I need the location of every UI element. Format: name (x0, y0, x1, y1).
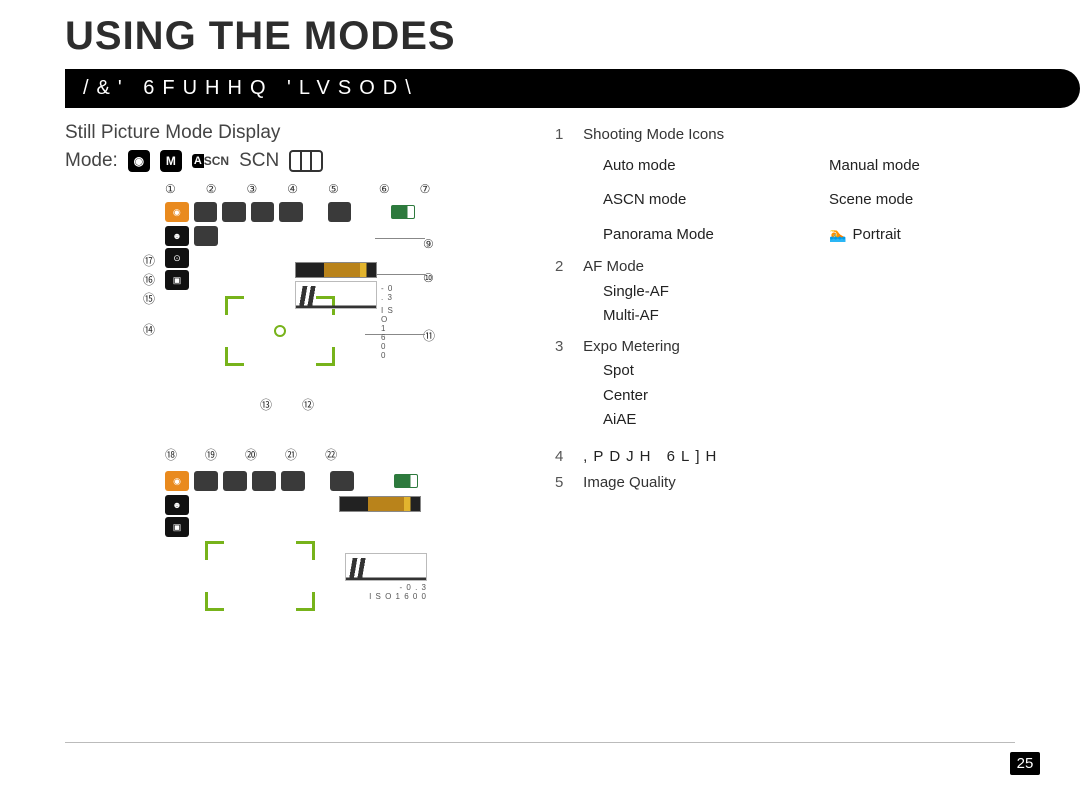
stabilizer-icon: ⊙ (165, 248, 189, 268)
top-callouts: ① ② ③ ④ ⑤ ⑥ ⑦ (165, 182, 505, 196)
camera-mode-icon: ◉ (165, 202, 189, 222)
focus-frame (205, 541, 315, 611)
center-label: Center (603, 385, 1015, 408)
iso-value: I S O 1 6 0 0 (381, 306, 395, 360)
size-icon (252, 471, 276, 491)
face-detect-icon: ☻ (165, 495, 189, 515)
quality-icon (279, 202, 303, 222)
page-number: 25 (1010, 752, 1040, 775)
scene-mode-label: Scene mode (829, 189, 1015, 212)
chapter-title: USING THE MODES (65, 14, 1015, 59)
section-heading-bar: /&' 6FUHHQ 'LVSOD\ (65, 69, 1080, 108)
flash-icon (328, 202, 352, 222)
portrait-icon: 🏊 (829, 224, 846, 245)
left-column: Still Picture Mode Display Mode: ◉ M ASC… (65, 122, 505, 611)
wb-icon (194, 226, 218, 246)
size-icon (251, 202, 275, 222)
exposure-meter-icon (295, 262, 377, 278)
lcd-diagram-1: ① ② ③ ④ ⑤ ⑥ ⑦ ⑰ ⑯ ⑮ ⑭ ⑨ ⑩ ⑪ (65, 182, 505, 442)
af-mode-head: 2 AF Mode (555, 256, 1015, 279)
drive-icon: ▣ (165, 517, 189, 537)
panorama-icon (289, 150, 323, 172)
iso-value: I S O 1 6 0 0 (345, 592, 427, 601)
meter-icon (223, 471, 247, 491)
ev-value: - 0 . 3 (381, 284, 395, 302)
battery-icon (391, 205, 415, 219)
drive-icon: ▣ (165, 270, 189, 290)
image-quality-head: 5 Image Quality (555, 472, 1015, 495)
mode-icons-grid: Auto mode Manual mode ASCN mode Scene mo… (603, 155, 1015, 247)
multi-af-label: Multi-AF (603, 305, 1015, 328)
bottom-callouts: ⑬ ⑫ (260, 396, 314, 413)
camera-mode-icon: ◉ (165, 471, 189, 491)
ev-value: - 0 . 3 (345, 583, 427, 592)
ascn-mode-label: ASCN mode (603, 189, 789, 212)
image-size-head: 4 ,PDJH 6L]H (555, 446, 1015, 469)
panorama-mode-label: Panorama Mode (603, 224, 789, 247)
af-icon (194, 471, 218, 491)
still-picture-subhead: Still Picture Mode Display (65, 122, 505, 144)
spot-label: Spot (603, 360, 1015, 383)
manual-m-icon: M (160, 150, 182, 172)
auto-mode-label: Auto mode (603, 155, 789, 178)
mode-label: Mode: (65, 150, 118, 172)
flash-icon (330, 471, 354, 491)
left-callouts: ⑰ ⑯ ⑮ ⑭ (143, 252, 155, 338)
battery-icon (394, 474, 418, 488)
right-column: 1 Shooting Mode Icons Auto mode Manual m… (555, 122, 1015, 611)
footer-divider (65, 742, 1015, 743)
expo-metering-head: 3 Expo Metering (555, 336, 1015, 359)
histogram-icon (345, 553, 427, 581)
right-callouts: ⑨ ⑩ ⑪ (423, 237, 435, 344)
mode-line: Mode: ◉ M ASCN SCN (65, 150, 505, 172)
shooting-mode-icons-head: 1 Shooting Mode Icons (555, 124, 1015, 147)
exposure-meter-icon (339, 496, 421, 512)
histogram-block: - 0 . 3 I S O 1 6 0 0 (295, 262, 395, 309)
histogram-icon (295, 281, 377, 309)
single-af-label: Single-AF (603, 281, 1015, 304)
face-detect-icon: ☻ (165, 226, 189, 246)
portrait-mode-label: 🏊Portrait (829, 224, 1015, 247)
scn-label: SCN (239, 150, 279, 172)
manual-page: USING THE MODES /&' 6FUHHQ 'LVSOD\ Still… (0, 14, 1080, 799)
content-columns: Still Picture Mode Display Mode: ◉ M ASC… (65, 122, 1015, 611)
second-top-callouts: ⑱ ⑲ ⑳ ㉑ ㉒ (165, 446, 505, 463)
aiae-label: AiAE (603, 409, 1015, 432)
af-icon (194, 202, 218, 222)
quality-icon (281, 471, 305, 491)
camera-icon: ◉ (128, 150, 150, 172)
ascn-icon: ASCN (192, 154, 229, 168)
meter-icon (222, 202, 246, 222)
manual-mode-label: Manual mode (829, 155, 1015, 178)
lcd-diagram-2: ⑱ ⑲ ⑳ ㉑ ㉒ ◉ ☻ (165, 446, 505, 611)
